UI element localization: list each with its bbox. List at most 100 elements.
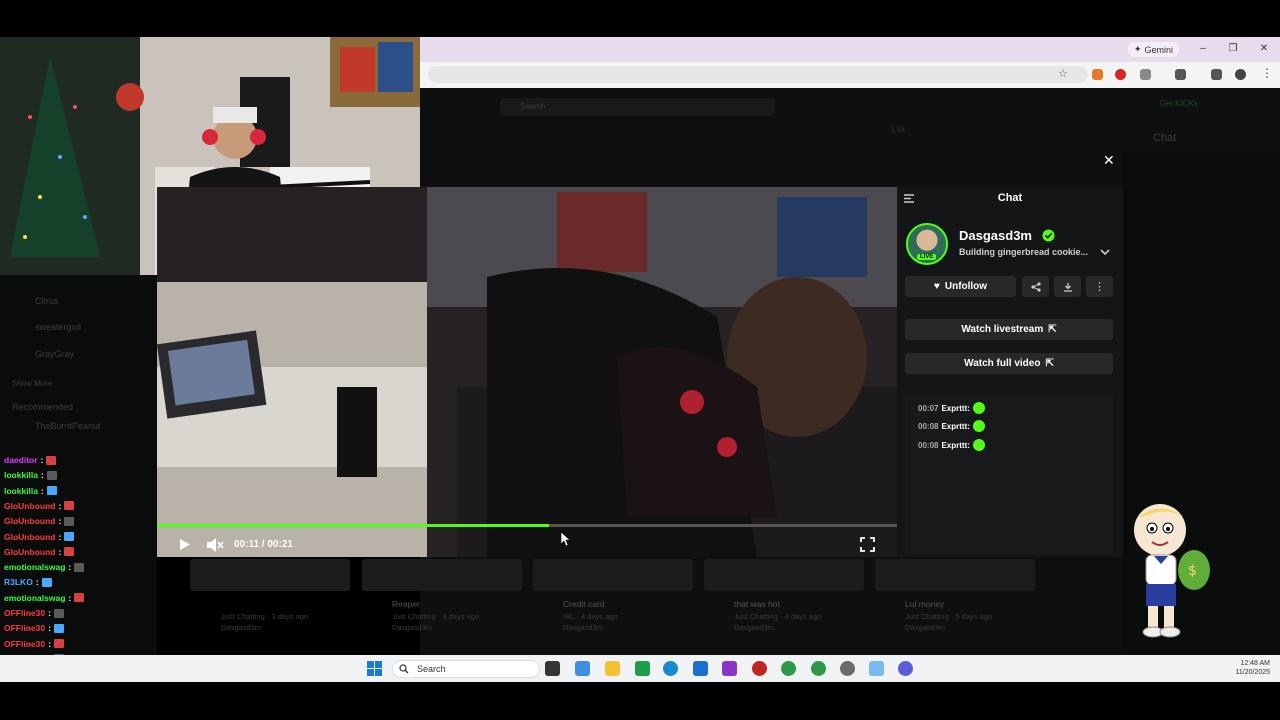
settings-icon[interactable]: [840, 661, 855, 676]
message-user[interactable]: Exprttt:: [941, 441, 969, 450]
unfollow-label: Unfollow: [944, 281, 988, 292]
cartoon-mascot-image: $: [1134, 504, 1210, 638]
stream-chat-line: OFFline30:: [4, 639, 64, 649]
search-icon: [399, 664, 409, 674]
video-channel[interactable]: Dasgasd3m: [734, 623, 774, 632]
video-thumbnail[interactable]: [362, 559, 522, 591]
file-explorer-icon[interactable]: [605, 661, 620, 676]
edge-icon[interactable]: [663, 661, 678, 676]
taskbar-app-icon[interactable]: [635, 661, 650, 676]
streamer-name[interactable]: Dasgasd3m: [959, 228, 1032, 243]
chat-title: Chat: [997, 192, 1023, 204]
emote-icon: [64, 516, 75, 526]
gemini-button[interactable]: ✦ Gemini: [1128, 42, 1180, 57]
stream-chat-colon: :: [48, 623, 51, 634]
video-thumbnail[interactable]: [533, 559, 693, 591]
show-more-link[interactable]: Show More: [12, 379, 52, 388]
stream-chat-line: emotionalswag:: [4, 562, 85, 573]
stream-chat-colon: :: [58, 500, 62, 511]
chevron-down-icon[interactable]: [1100, 248, 1110, 256]
get-kicks-button[interactable]: Get KICKs: [1160, 99, 1198, 108]
emote-icon: [64, 501, 75, 511]
chrome-icon[interactable]: [781, 661, 796, 676]
restore-icon[interactable]: ❐: [1226, 42, 1240, 56]
video-channel[interactable]: Dasgasd3m: [563, 623, 603, 632]
extensions-puzzle-icon[interactable]: [1140, 69, 1151, 80]
sidebar-channel[interactable]: TheBurntPeanut: [35, 421, 101, 431]
stream-chat-user: OFFline30: [4, 638, 46, 649]
site-search-input[interactable]: Search: [500, 98, 775, 116]
media-icon[interactable]: [1211, 69, 1222, 80]
video-player[interactable]: [157, 187, 897, 557]
stream-chat-colon: :: [68, 592, 72, 603]
stream-chat-colon: :: [41, 485, 44, 496]
watch-full-video-button[interactable]: Watch full video ⇱: [905, 353, 1113, 374]
share-button[interactable]: [1022, 276, 1049, 297]
external-link-icon: ⇱: [1048, 324, 1057, 335]
chrome-icon[interactable]: [811, 661, 826, 676]
video-meta: IRL · 4 days ago: [563, 612, 618, 621]
stream-title: Building gingerbread cookie...: [959, 247, 1089, 257]
discord-icon[interactable]: [898, 661, 913, 676]
chat-header-background: Chat: [1153, 132, 1177, 144]
video-thumbnail[interactable]: [875, 559, 1035, 591]
watch-livestream-button[interactable]: Watch livestream ⇱: [905, 319, 1113, 340]
video-meta: Just Chatting · 5 days ago: [905, 612, 993, 621]
share-icon: [1030, 281, 1041, 292]
video-title[interactable]: Lul money: [905, 599, 944, 609]
emote-icon: [972, 420, 985, 432]
store-icon[interactable]: [693, 661, 708, 676]
taskbar-search-input[interactable]: Search: [392, 660, 540, 678]
cast-icon[interactable]: [1175, 69, 1186, 80]
profile-avatar-icon[interactable]: [1235, 69, 1246, 80]
video-channel[interactable]: Dasgasd3m: [221, 623, 261, 632]
svg-text:$: $: [1188, 563, 1197, 579]
stream-chat-colon: :: [40, 455, 44, 465]
minimize-icon[interactable]: –: [1196, 42, 1210, 56]
sidebar-channel[interactable]: GrayGray: [35, 349, 74, 359]
emote-icon: [972, 439, 985, 451]
fullscreen-icon[interactable]: [860, 537, 875, 552]
play-icon[interactable]: [179, 538, 191, 551]
stream-chat-colon: :: [68, 562, 72, 573]
video-title[interactable]: that was hot: [734, 599, 780, 609]
taskbar-app-icon[interactable]: [722, 661, 737, 676]
stream-chat-colon: :: [35, 577, 39, 588]
emote-icon: [74, 562, 85, 572]
sidebar-channel[interactable]: sweatergxd: [35, 322, 81, 332]
video-title[interactable]: Reaper: [392, 599, 420, 609]
video-thumbnail[interactable]: [704, 559, 864, 591]
stream-chat-colon: :: [58, 546, 62, 557]
close-popup-icon[interactable]: ✕: [1103, 152, 1115, 169]
stream-chat-line: R3LKO:: [4, 577, 52, 587]
more-options-icon[interactable]: ⋮: [1086, 276, 1113, 297]
taskbar-app-icon[interactable]: [575, 661, 590, 676]
stream-chat-colon: :: [48, 638, 51, 649]
extension-icon[interactable]: [1092, 69, 1103, 80]
stream-chat-user: OFFline30: [4, 608, 46, 618]
sidebar-channel[interactable]: Citrus: [35, 296, 59, 306]
video-channel[interactable]: Dasgasd3m: [392, 623, 432, 632]
browser-menu-icon[interactable]: ⋮: [1261, 66, 1273, 80]
message-user[interactable]: Exprttt:: [941, 404, 969, 413]
unfollow-button[interactable]: ♥ Unfollow: [905, 276, 1016, 297]
stream-chat-colon: :: [58, 531, 62, 542]
watch-full-video-label: Watch full video: [964, 358, 1041, 369]
emote-icon: [53, 608, 64, 618]
taskbar-app-icon[interactable]: [869, 661, 884, 676]
windows-start-icon[interactable]: [367, 661, 382, 676]
bookmark-star-icon[interactable]: ☆: [1058, 67, 1068, 80]
playback-time: 00:11 / 00:21: [234, 539, 293, 550]
taskbar-app-icon[interactable]: [752, 661, 767, 676]
video-channel[interactable]: Dasgasd3m: [905, 623, 945, 632]
video-thumbnail[interactable]: [190, 559, 350, 591]
volume-mute-icon[interactable]: [206, 537, 224, 553]
chat-message: 00:07 Exprttt:: [918, 402, 985, 414]
address-bar[interactable]: [428, 66, 1088, 83]
close-window-icon[interactable]: ✕: [1257, 42, 1271, 56]
video-title[interactable]: Credit card: [563, 599, 605, 609]
download-button[interactable]: [1054, 276, 1081, 297]
extension-icon[interactable]: [1115, 69, 1126, 80]
message-user[interactable]: Exprttt:: [941, 422, 969, 431]
task-view-icon[interactable]: [545, 661, 560, 676]
